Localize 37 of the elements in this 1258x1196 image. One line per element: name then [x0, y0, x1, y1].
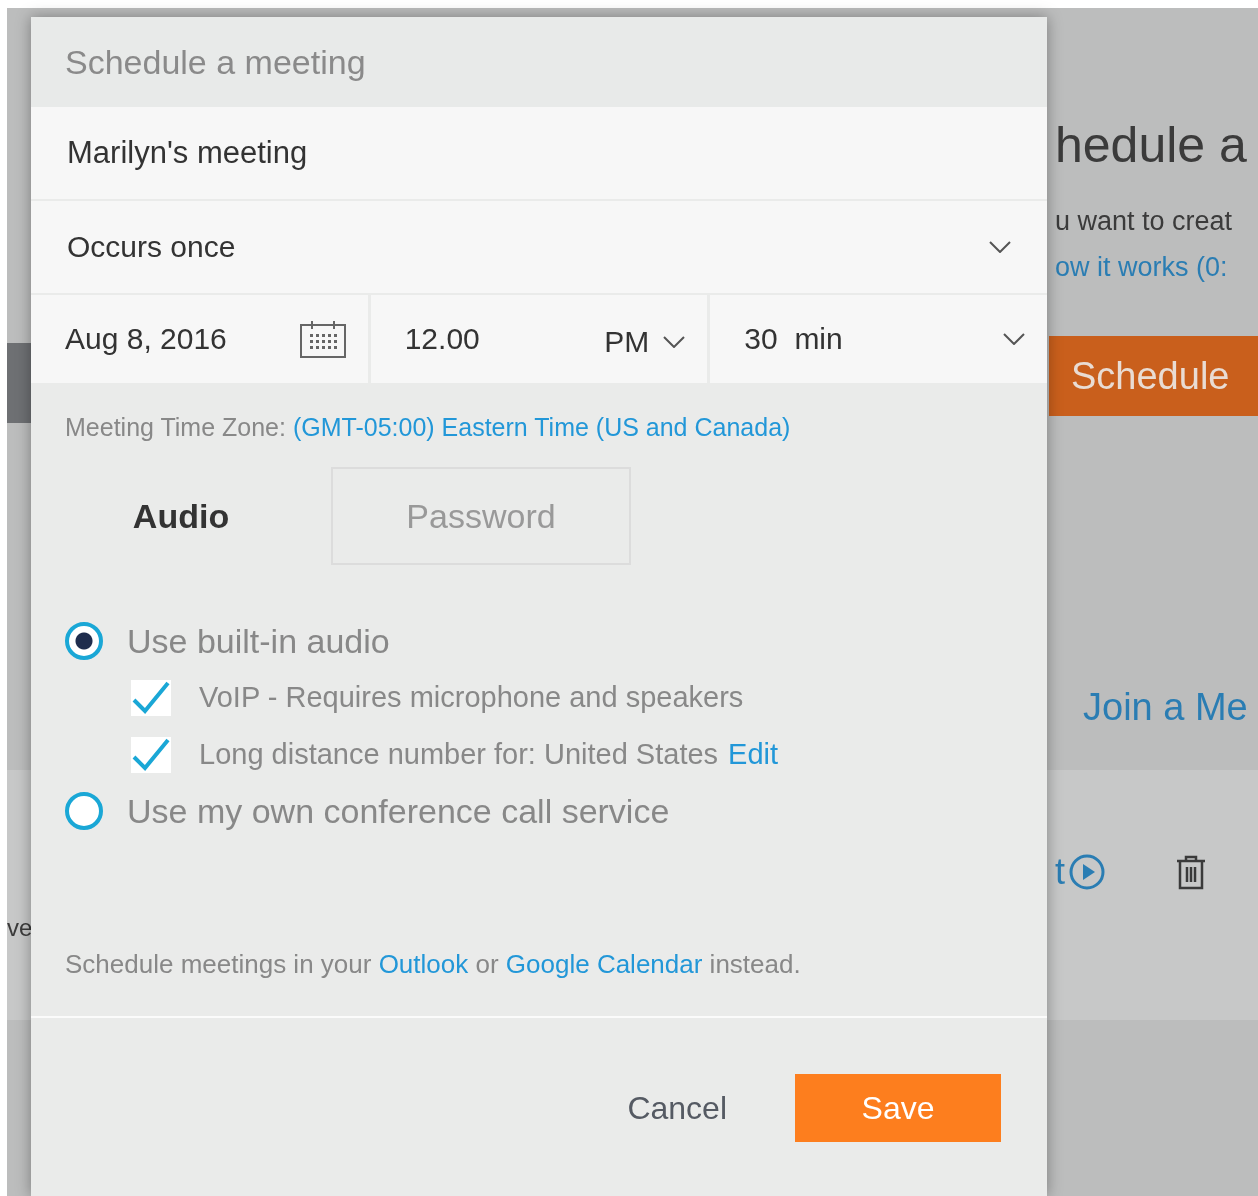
start-link[interactable]: t	[1055, 851, 1065, 893]
calendar-note: Schedule meetings in your Outlook or Google Calendar instead.	[64, 949, 802, 980]
video-link[interactable]: ow it works (0:	[1055, 252, 1228, 283]
radio-label[interactable]: Use my own conference call service	[127, 791, 670, 831]
radio-button[interactable]	[65, 622, 103, 660]
trash-icon[interactable]	[1175, 854, 1207, 890]
time-zone-link[interactable]: (GMT-05:00) Eastern Time (US and Canada)	[292, 413, 791, 441]
tab[interactable]: Audio	[31, 467, 331, 565]
edit-link[interactable]: Edit	[728, 738, 779, 771]
save-button[interactable]: Save	[795, 1074, 1001, 1142]
chevron-down-icon	[989, 241, 1011, 253]
meeting-name-field[interactable]: Marilyn's meeting	[31, 107, 1047, 199]
dialog-title: Schedule a meeting	[65, 42, 366, 82]
tab[interactable]: Password	[331, 467, 631, 565]
intro-text: u want to creat	[1055, 206, 1233, 237]
schedule-button[interactable]: Schedule	[1049, 336, 1258, 416]
recurrence-dropdown[interactable]: Occurs once	[31, 201, 1047, 293]
google-calendar-link[interactable]: Google Calendar	[505, 949, 703, 979]
chevron-down-icon	[663, 336, 686, 348]
calendar-icon[interactable]	[299, 320, 346, 358]
checkbox-label: Long distance number for: United States	[199, 738, 719, 771]
duration-dropdown[interactable]: 30 min	[710, 295, 1047, 383]
join-heading: Join a Me	[1083, 686, 1248, 729]
checkbox[interactable]	[131, 679, 171, 716]
date-field[interactable]: Aug 8, 2016	[31, 295, 368, 383]
checkbox-label: VoIP - Requires microphone and speakers	[199, 681, 744, 714]
radio-button[interactable]	[65, 792, 103, 830]
chevron-down-icon	[1003, 333, 1025, 345]
page-text: ve	[7, 914, 33, 942]
checkbox[interactable]	[131, 736, 171, 773]
page-heading: hedule a	[1055, 116, 1247, 174]
play-icon[interactable]	[1069, 854, 1105, 890]
outlook-link[interactable]: Outlook	[378, 949, 469, 979]
cancel-button[interactable]: Cancel	[607, 1074, 747, 1142]
time-field[interactable]: 12.00 PM	[370, 295, 708, 383]
radio-label[interactable]: Use built-in audio	[127, 621, 390, 661]
time-zone-label: Meeting Time Zone:	[65, 413, 286, 441]
